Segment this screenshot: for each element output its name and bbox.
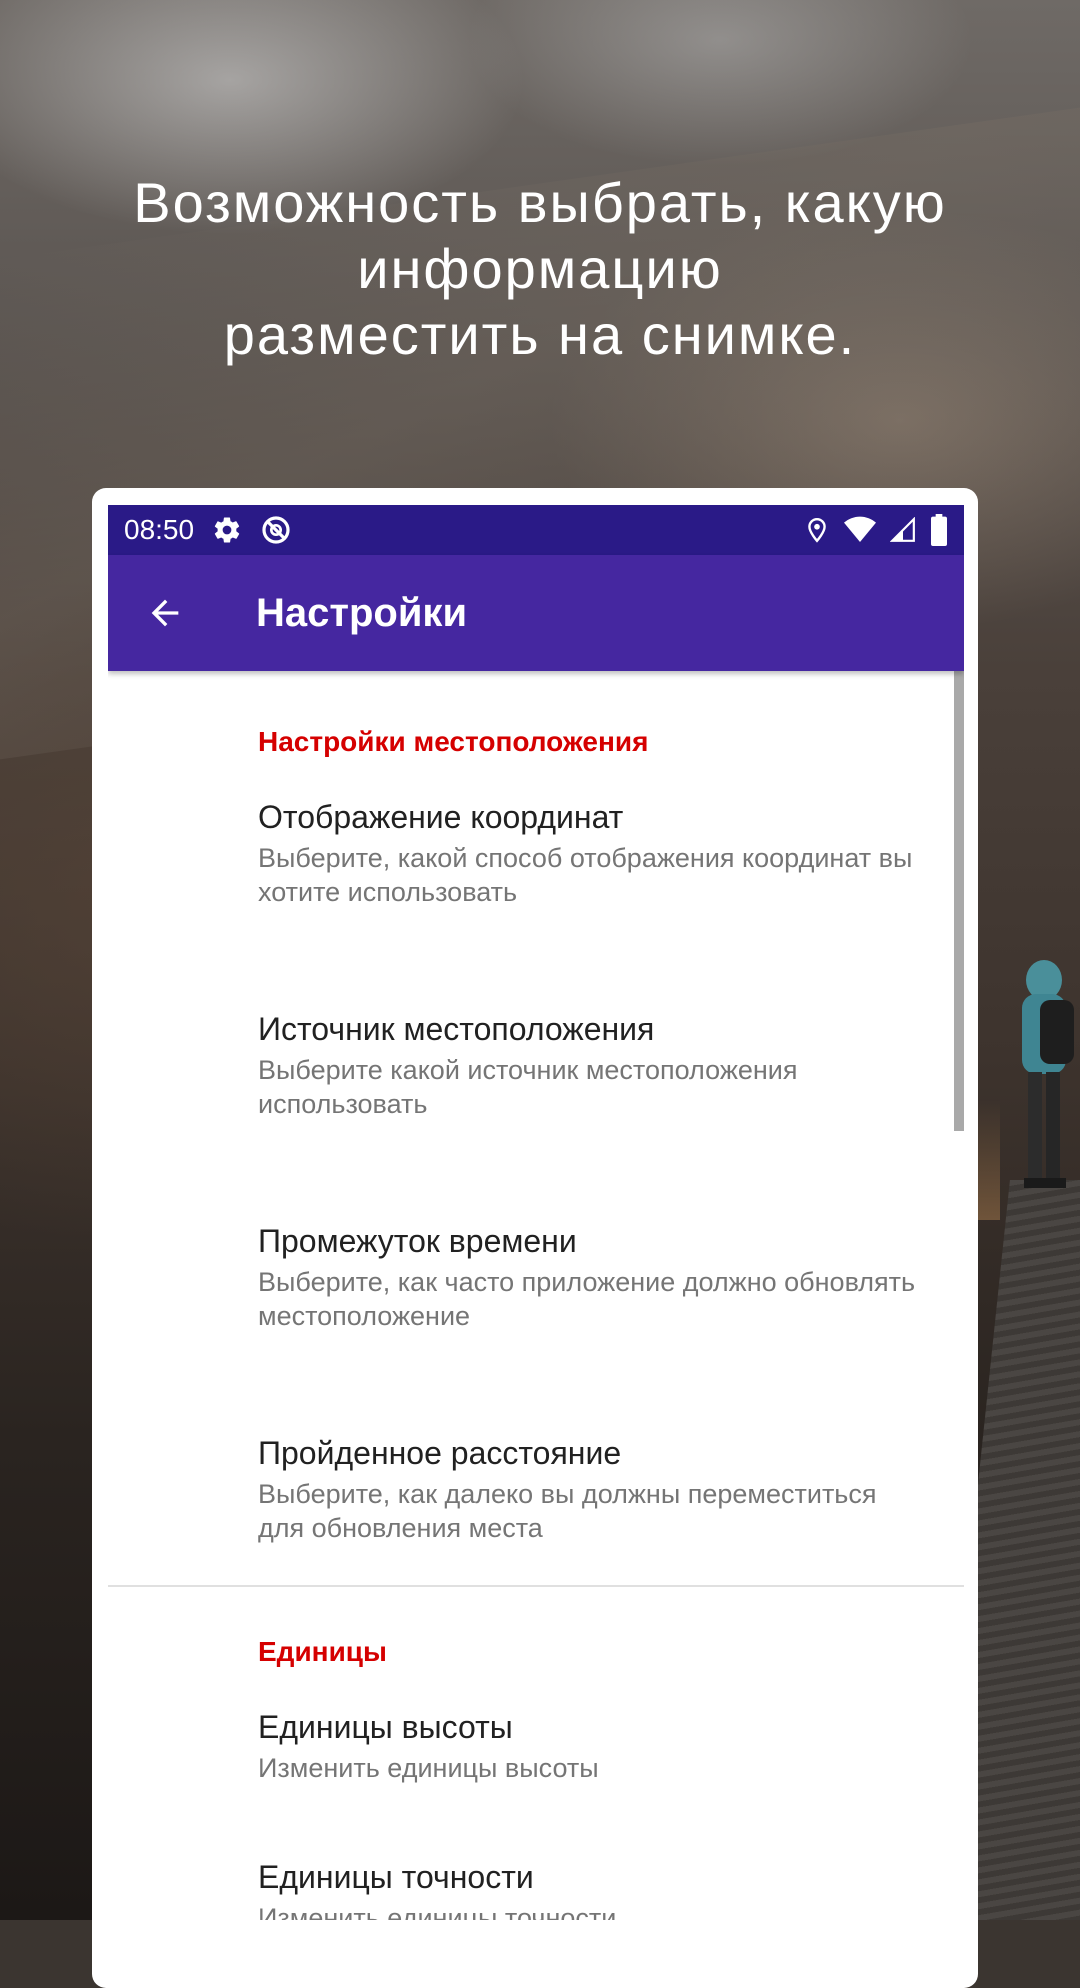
pref-summary: Выберите, какой способ отображения коорд… <box>258 843 913 907</box>
hiker-figure <box>1022 960 1074 1188</box>
pref-title: Единицы точности <box>258 1859 534 1895</box>
pref-title: Пройденное расстояние <box>258 1435 622 1471</box>
arrow-back-icon <box>151 599 179 627</box>
pref-location-source[interactable]: Источник местоположения Выберите какой и… <box>108 989 964 1141</box>
category-location-settings: Настройки местоположения <box>258 726 649 757</box>
scrollbar[interactable] <box>954 671 964 1131</box>
back-button[interactable] <box>136 584 194 642</box>
signal-icon <box>890 517 916 543</box>
app-screen: 08:50 Настройки Настройки местоположения… <box>108 505 964 1920</box>
pref-accuracy-units[interactable]: Единицы точности Изменить единицы точнос… <box>108 1837 964 1920</box>
location-icon <box>804 515 830 545</box>
pref-distance-traveled[interactable]: Пройденное расстояние Выберите, как дале… <box>108 1413 964 1565</box>
pref-time-interval[interactable]: Промежуток времени Выберите, как часто п… <box>108 1201 964 1353</box>
app-bar: Настройки <box>108 555 964 671</box>
section-divider <box>108 1585 964 1587</box>
pref-title: Отображение координат <box>258 799 624 835</box>
headline-line: Возможность выбрать, какую <box>133 171 947 234</box>
pref-title: Промежуток времени <box>258 1223 577 1259</box>
promo-headline: Возможность выбрать, какую информацию ра… <box>60 170 1020 368</box>
status-bar: 08:50 <box>108 505 964 555</box>
pref-summary: Изменить единицы точности <box>258 1903 617 1920</box>
do-not-disturb-icon <box>260 514 292 546</box>
headline-line: разместить на снимке. <box>223 303 857 366</box>
headline-line: информацию <box>357 237 723 300</box>
pref-title: Источник местоположения <box>258 1011 655 1047</box>
status-time: 08:50 <box>124 514 195 545</box>
settings-list: Настройки местоположения Отображение коо… <box>108 671 964 1920</box>
pref-altitude-units[interactable]: Единицы высоты Изменить единицы высоты <box>108 1687 964 1805</box>
pref-title: Единицы высоты <box>258 1709 513 1745</box>
pref-summary: Выберите какой источник местоположения и… <box>258 1055 798 1119</box>
pref-summary: Выберите, как часто приложение должно об… <box>258 1267 916 1331</box>
wifi-icon <box>844 516 876 544</box>
pref-summary: Изменить единицы высоты <box>258 1753 599 1783</box>
category-units: Единицы <box>258 1636 387 1667</box>
battery-icon <box>930 514 948 546</box>
pref-coordinate-display[interactable]: Отображение координат Выберите, какой сп… <box>108 777 964 929</box>
pref-summary: Выберите, как далеко вы должны перемести… <box>258 1479 877 1543</box>
gear-icon <box>212 515 242 545</box>
page-title: Настройки <box>256 590 468 635</box>
